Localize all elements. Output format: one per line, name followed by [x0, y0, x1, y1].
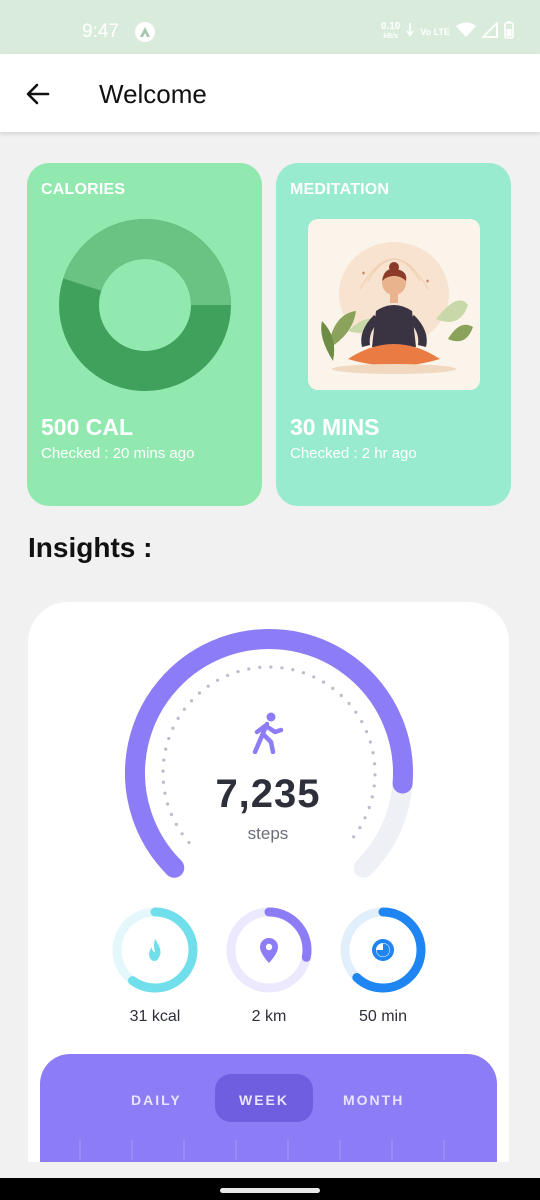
gauge-tick-dot [321, 680, 326, 684]
status-time: 9:47 [82, 21, 119, 42]
steps-count: 7,235 [215, 772, 321, 816]
gauge-tick-dot [373, 773, 377, 777]
gauge-tick-dot [258, 665, 262, 670]
gauge-tick-dot [162, 758, 166, 762]
gauge-tick-dot [180, 832, 184, 836]
gauge-tick-dot [161, 769, 165, 773]
calories-card[interactable]: CALORIES 500 CAL Checked : 20 mins ago [27, 163, 262, 506]
gauge-tick-dot [354, 710, 358, 714]
gauge-tick-dot [372, 784, 376, 788]
gauge-tick-dot [372, 762, 377, 766]
calories-label: CALORIES [41, 181, 126, 198]
gauge-tick-dot [280, 666, 284, 670]
network-speed: 0.10 kB/s [380, 21, 401, 41]
gauge-tick-dot [167, 736, 171, 741]
gauge-tick-dot [368, 740, 372, 744]
steps-label: steps [247, 824, 289, 843]
gauge-tick-dot [216, 678, 220, 682]
gauge-tick-dot [197, 691, 202, 695]
calories-checked-time: Checked : 20 mins ago [41, 445, 195, 462]
location-pin-icon [260, 938, 278, 963]
calories-value: 500 CAL [41, 414, 134, 440]
gauge-tick-dot [358, 825, 362, 830]
battery-icon [504, 20, 514, 44]
wifi-icon [456, 22, 476, 43]
page-title: Welcome [99, 79, 207, 109]
gauge-tick-dot [164, 747, 168, 751]
gauge-tick-dot [174, 822, 178, 826]
volte-label: Vo LTE [420, 26, 450, 37]
gauge-tick-dot [312, 675, 316, 679]
gauge-tick-dot [352, 835, 356, 839]
download-arrow-icon [406, 22, 414, 42]
gauge-tick-dot [189, 699, 194, 703]
status-bar: 9:47 0.10 kB/s Vo LTE [0, 0, 540, 54]
app-notification-icon [135, 22, 155, 42]
gauge-tick-dot [161, 780, 166, 784]
chart-gridlines [79, 1140, 445, 1160]
tab-daily[interactable]: DAILY [131, 1092, 182, 1108]
period-tabs: DAILY WEEK MONTH [40, 1054, 497, 1162]
home-gesture-handle[interactable] [220, 1188, 320, 1193]
gauge-tick-dot [163, 791, 167, 795]
calories-donut-chart [59, 219, 231, 391]
gauge-tick-dot [182, 707, 186, 711]
meditation-illustration [308, 219, 480, 390]
flame-icon [149, 939, 161, 961]
active-time-label: 50 min [358, 1008, 408, 1025]
gauge-tick-dot [187, 840, 191, 845]
gauge-tick-dot [371, 751, 375, 755]
gauge-tick-dot [171, 726, 175, 730]
distance-label: 2 km [251, 1008, 287, 1025]
meditation-checked-time: Checked : 2 hr ago [290, 445, 417, 462]
gauge-tick-dot [291, 668, 295, 672]
arrow-left-icon[interactable] [24, 80, 52, 108]
meditation-value: 30 MINS [290, 414, 380, 440]
meditation-card[interactable]: MEDITATION 30 MINS Checked: 2 hr ago [276, 163, 511, 506]
gauge-tick-dot [301, 671, 306, 675]
calories-burned-ring [110, 905, 200, 995]
gauge-tick-dot [225, 673, 230, 678]
active-time-ring [338, 905, 428, 995]
gauge-tick-dot [360, 720, 364, 724]
app-bar: Welcome [0, 54, 540, 132]
gauge-tick-dot [176, 716, 180, 721]
gauge-tick-dot [236, 670, 240, 674]
gauge-tick-dot [269, 665, 273, 669]
gauge-tick-dot [370, 795, 374, 799]
timer-icon [372, 939, 394, 961]
system-nav-bar [0, 1178, 540, 1200]
meditation-label: MEDITATION [290, 181, 390, 198]
signal-icon [480, 20, 498, 43]
gauge-tick-dot [206, 684, 210, 688]
insights-panel: 7,235 steps 31 kcal 2 km 50 min DAILY WE… [28, 602, 509, 1162]
tab-week[interactable]: WEEK [239, 1092, 289, 1108]
walking-icon [249, 712, 285, 759]
calories-burned-label: 31 kcal [129, 1008, 181, 1025]
tab-month[interactable]: MONTH [343, 1092, 404, 1108]
insights-heading: Insights : [28, 532, 153, 563]
gauge-tick-dot [347, 701, 351, 706]
gauge-tick-dot [364, 729, 369, 734]
gauge-tick-dot [339, 693, 343, 698]
gauge-tick-dot [367, 805, 371, 810]
gauge-tick-dot [247, 667, 251, 671]
gauge-tick-dot [331, 686, 335, 690]
distance-ring [224, 905, 314, 995]
